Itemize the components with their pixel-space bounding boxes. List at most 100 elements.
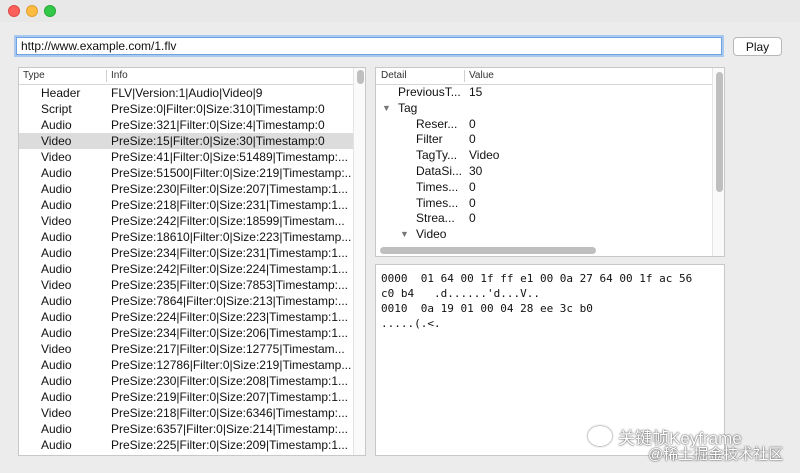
tree-row[interactable]: Reser... 0 — [376, 116, 712, 132]
table-row[interactable]: Script PreSize:0|Filter:0|Size:310|Timest… — [19, 101, 353, 117]
row-type: Video — [41, 150, 72, 164]
tree-row[interactable]: PreviousT... 15 — [376, 84, 712, 100]
row-type: Audio — [41, 310, 72, 324]
row-info: PreSize:218|Filter:0|Size:231|Timestamp:… — [111, 198, 349, 212]
detail-tree-vscroll-thumb[interactable] — [716, 72, 723, 192]
tree-row[interactable]: DataSi... 30 — [376, 163, 712, 179]
row-info: PreSize:219|Filter:0|Size:207|Timestamp:… — [111, 390, 349, 404]
tree-row[interactable]: Times... 0 — [376, 179, 712, 195]
row-info: PreSize:242|Filter:0|Size:18599|Timestam… — [111, 214, 345, 228]
tree-row-name: Times... — [416, 195, 459, 210]
table-row[interactable]: Audio PreSize:220|Filter:0|Size:200|Times… — [19, 453, 353, 455]
detail-tree: Detail Value PreviousT... 15 ▼ Tag Reser... 0… — [375, 67, 725, 257]
tag-list-header: Type Info — [19, 68, 365, 85]
row-type: Script — [41, 102, 72, 116]
row-info: PreSize:224|Filter:0|Size:223|Timestamp:… — [111, 310, 349, 324]
row-info: PreSize:0|Filter:0|Size:310|Timestamp:0 — [111, 102, 325, 116]
table-row[interactable]: Audio PreSize:321|Filter:0|Size:4|Timesta… — [19, 117, 353, 133]
row-info: PreSize:220|Filter:0|Size:200|Timestamp:… — [111, 453, 351, 455]
row-type: Audio — [41, 166, 72, 180]
row-info: PreSize:12786|Filter:0|Size:219|Timestam… — [111, 358, 351, 372]
table-row[interactable]: Audio PreSize:230|Filter:0|Size:208|Times… — [19, 373, 353, 389]
triangle-down-icon[interactable]: ▼ — [382, 100, 391, 116]
hex-dump-text: 0000 01 64 00 1f ff e1 00 0a 27 64 00 1f… — [381, 271, 692, 331]
row-type: Audio — [41, 453, 107, 455]
row-info: PreSize:230|Filter:0|Size:207|Timestamp:… — [111, 182, 349, 196]
row-type: Video — [41, 214, 72, 228]
hex-line: c0 b4 .d......'d...V.. — [381, 287, 540, 300]
column-header-type[interactable]: Type — [23, 70, 45, 81]
row-info: PreSize:51500|Filter:0|Size:219|Timestam… — [111, 166, 351, 180]
table-row[interactable]: Audio PreSize:18610|Filter:0|Size:223|Tim… — [19, 229, 353, 245]
detail-tree-vscrollbar[interactable] — [712, 68, 724, 256]
triangle-down-icon[interactable]: ▼ — [400, 226, 409, 242]
table-row[interactable]: Video PreSize:242|Filter:0|Size:18599|Tim… — [19, 213, 353, 229]
tag-list-scrollbar[interactable] — [353, 68, 365, 455]
table-row[interactable]: Audio PreSize:234|Filter:0|Size:231|Times… — [19, 245, 353, 261]
row-info: PreSize:41|Filter:0|Size:51489|Timestamp… — [111, 150, 349, 164]
tree-row-value: 0 — [469, 195, 476, 210]
tag-list-table: Type Info Header FLV|Version:1|Audio|Vide… — [18, 67, 366, 456]
table-row[interactable]: Audio PreSize:234|Filter:0|Size:206|Times… — [19, 325, 353, 341]
row-type: Video — [41, 134, 72, 148]
window-titlebar — [0, 0, 800, 22]
close-icon[interactable] — [8, 5, 20, 17]
hex-line: .....(.<. — [381, 317, 441, 330]
table-row[interactable]: Audio PreSize:7864|Filter:0|Size:213|Time… — [19, 293, 353, 309]
table-row[interactable]: Video PreSize:41|Filter:0|Size:51489|Time… — [19, 149, 353, 165]
tree-row[interactable]: ▼ Tag — [376, 100, 712, 116]
table-row[interactable]: Video PreSize:235|Filter:0|Size:7853|Time… — [19, 277, 353, 293]
detail-tree-hscroll-thumb[interactable] — [380, 247, 596, 254]
row-type: Audio — [41, 182, 72, 196]
tree-row-name: Tag — [398, 100, 418, 115]
tree-row-name: Strea... — [416, 211, 455, 226]
row-type: Audio — [41, 390, 72, 404]
table-row[interactable]: Audio PreSize:242|Filter:0|Size:224|Times… — [19, 261, 353, 277]
table-row[interactable]: Audio PreSize:12786|Filter:0|Size:219|Tim… — [19, 357, 353, 373]
table-row[interactable]: Audio PreSize:224|Filter:0|Size:223|Times… — [19, 309, 353, 325]
table-row[interactable]: Audio PreSize:218|Filter:0|Size:231|Times… — [19, 197, 353, 213]
minimize-icon[interactable] — [26, 5, 38, 17]
row-type: Audio — [41, 118, 72, 132]
row-info: PreSize:225|Filter:0|Size:209|Timestamp:… — [111, 438, 349, 452]
row-type: Audio — [41, 262, 72, 276]
tree-row-name: PreviousT... — [398, 85, 461, 99]
row-info: PreSize:18610|Filter:0|Size:223|Timestam… — [111, 230, 351, 244]
column-header-value[interactable]: Value — [469, 70, 494, 81]
tag-list-scroll-thumb[interactable] — [357, 70, 364, 84]
row-info: PreSize:7864|Filter:0|Size:213|Timestamp… — [111, 294, 349, 308]
row-info: FLV|Version:1|Audio|Video|9 — [111, 86, 263, 100]
table-row[interactable]: Video PreSize:217|Filter:0|Size:12775|Tim… — [19, 341, 353, 357]
column-header-detail[interactable]: Detail — [381, 70, 407, 81]
row-type: Audio — [41, 438, 72, 452]
row-info: PreSize:234|Filter:0|Size:206|Timestamp:… — [111, 326, 349, 340]
table-row[interactable]: Video PreSize:15|Filter:0|Size:30|Timesta… — [19, 133, 353, 149]
play-button[interactable]: Play — [733, 37, 782, 56]
column-header-info[interactable]: Info — [111, 70, 128, 81]
detail-tree-header: Detail Value — [376, 68, 724, 85]
table-row[interactable]: Audio PreSize:225|Filter:0|Size:209|Times… — [19, 437, 353, 453]
row-info: PreSize:230|Filter:0|Size:208|Timestamp:… — [111, 374, 349, 388]
row-type: Audio — [41, 246, 72, 260]
table-row[interactable]: Header FLV|Version:1|Audio|Video|9 — [19, 85, 353, 101]
row-type: Audio — [41, 326, 72, 340]
table-row[interactable]: Audio PreSize:230|Filter:0|Size:207|Times… — [19, 181, 353, 197]
table-row[interactable]: Audio PreSize:6357|Filter:0|Size:214|Time… — [19, 421, 353, 437]
watermark-subtitle: @稀土掘金技术社区 — [648, 446, 784, 463]
tree-row-name: Video — [416, 227, 447, 242]
row-type: Header — [41, 86, 81, 100]
row-type: Audio — [41, 422, 72, 436]
maximize-icon[interactable] — [44, 5, 56, 17]
tree-row-value: 15 — [469, 85, 483, 99]
tree-row[interactable]: ▼ Video — [376, 226, 712, 242]
tree-row[interactable]: Filter 0 — [376, 131, 712, 147]
table-row[interactable]: Audio PreSize:219|Filter:0|Size:207|Times… — [19, 389, 353, 405]
tree-row[interactable]: Times... 0 — [376, 195, 712, 211]
table-row[interactable]: Video PreSize:218|Filter:0|Size:6346|Time… — [19, 405, 353, 421]
row-info: PreSize:6357|Filter:0|Size:214|Timestamp… — [111, 422, 349, 436]
tree-row[interactable]: Strea... 0 — [376, 210, 712, 226]
row-type: Audio — [41, 374, 72, 388]
table-row[interactable]: Audio PreSize:51500|Filter:0|Size:219|Tim… — [19, 165, 353, 181]
url-input[interactable] — [16, 37, 722, 55]
tree-row[interactable]: TagTy... Video — [376, 147, 712, 163]
